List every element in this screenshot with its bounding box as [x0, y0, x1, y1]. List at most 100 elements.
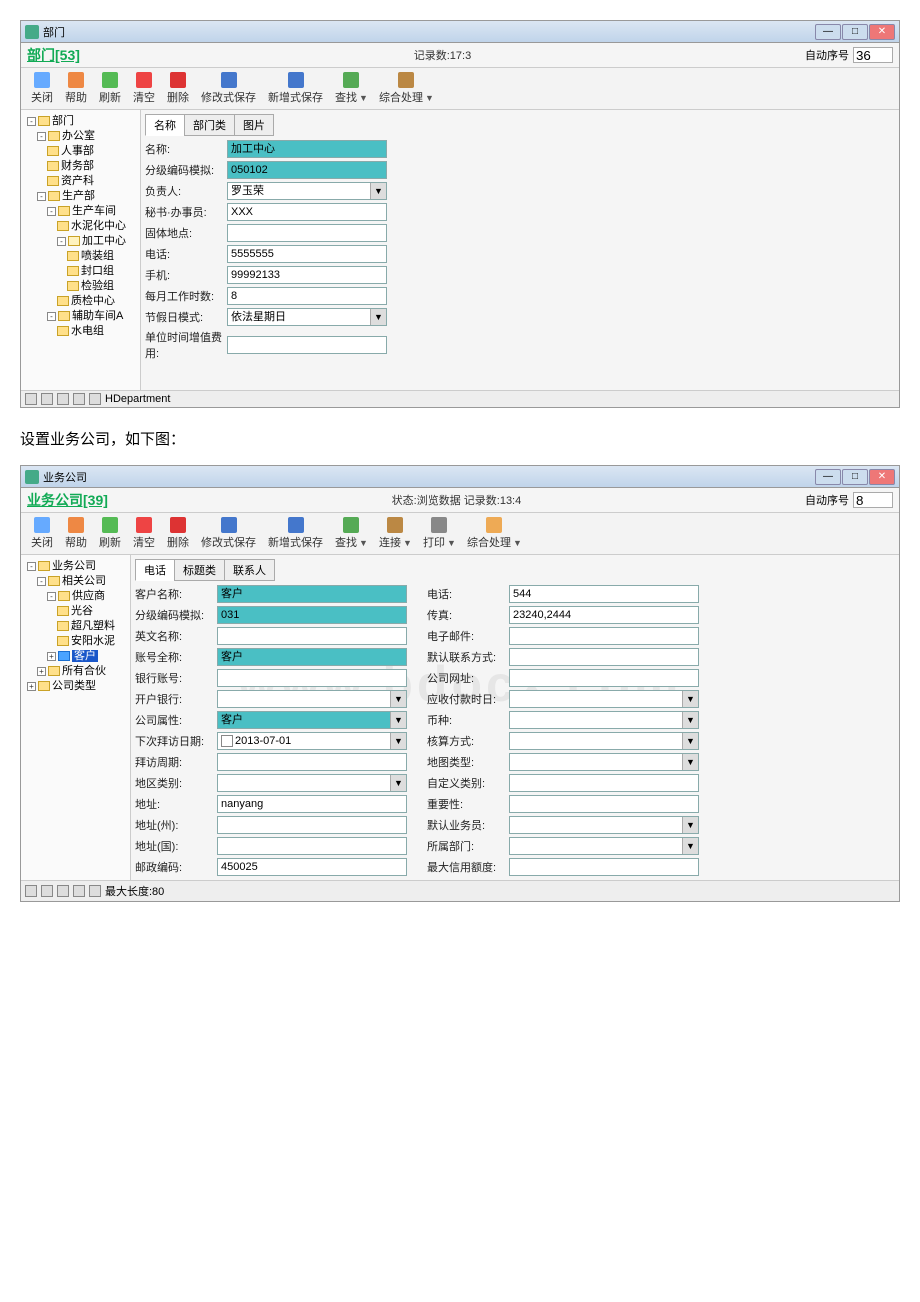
- tree-node[interactable]: -供应商: [23, 589, 128, 604]
- field-input[interactable]: 031: [217, 606, 407, 624]
- toolbar-button[interactable]: 删除: [161, 70, 195, 107]
- field-input[interactable]: ▼: [509, 816, 699, 834]
- field-input[interactable]: [217, 816, 407, 834]
- field-input[interactable]: 450025: [217, 858, 407, 876]
- toolbar-button[interactable]: 清空: [127, 515, 161, 552]
- dropdown-icon[interactable]: ▼: [390, 712, 406, 728]
- field-input[interactable]: 23240,2444: [509, 606, 699, 624]
- tree-node[interactable]: -部门: [23, 114, 138, 129]
- toolbar-button[interactable]: 清空: [127, 70, 161, 107]
- tab[interactable]: 联系人: [224, 559, 275, 581]
- tree-node[interactable]: -辅助车间A: [23, 309, 138, 324]
- dropdown-icon[interactable]: ▼: [682, 733, 698, 749]
- tree-node[interactable]: 超凡塑料: [23, 619, 128, 634]
- field-input[interactable]: 544: [509, 585, 699, 603]
- tree-node[interactable]: 水电组: [23, 324, 138, 339]
- dropdown-icon[interactable]: ▼: [682, 754, 698, 770]
- toolbar-button[interactable]: 综合处理▼: [461, 515, 527, 552]
- tree-node[interactable]: -加工中心: [23, 234, 138, 249]
- dropdown-icon[interactable]: ▼: [370, 309, 386, 325]
- field-input[interactable]: [509, 648, 699, 666]
- toolbar-button[interactable]: 查找▼: [329, 515, 373, 552]
- toolbar-button[interactable]: 连接▼: [373, 515, 417, 552]
- expand-icon[interactable]: -: [27, 562, 36, 571]
- field-input[interactable]: ▼: [509, 711, 699, 729]
- field-input[interactable]: ▼: [509, 837, 699, 855]
- auto-seq-input[interactable]: [853, 47, 893, 63]
- expand-icon[interactable]: -: [27, 117, 36, 126]
- tree-node[interactable]: -生产部: [23, 189, 138, 204]
- tree-node[interactable]: 安阳水泥: [23, 634, 128, 649]
- field-input[interactable]: ▼: [217, 774, 407, 792]
- expand-icon[interactable]: -: [37, 192, 46, 201]
- tree-node[interactable]: -相关公司: [23, 574, 128, 589]
- expand-icon[interactable]: -: [37, 132, 46, 141]
- expand-icon[interactable]: -: [37, 577, 46, 586]
- field-input[interactable]: 5555555: [227, 245, 387, 263]
- expand-icon[interactable]: +: [47, 652, 56, 661]
- expand-icon[interactable]: -: [57, 237, 66, 246]
- field-input[interactable]: ▼: [509, 732, 699, 750]
- field-input[interactable]: 客户▼: [217, 711, 407, 729]
- field-input[interactable]: 99992133: [227, 266, 387, 284]
- tree-node[interactable]: 质检中心: [23, 294, 138, 309]
- maximize-button[interactable]: □: [842, 469, 868, 485]
- toolbar-button[interactable]: 帮助: [59, 515, 93, 552]
- expand-icon[interactable]: +: [27, 682, 36, 691]
- toolbar-button[interactable]: 查找▼: [329, 70, 373, 107]
- toolbar-button[interactable]: 刷新: [93, 70, 127, 107]
- field-input[interactable]: ▼: [509, 690, 699, 708]
- field-input[interactable]: [217, 753, 407, 771]
- tab[interactable]: 图片: [234, 114, 274, 136]
- tree-node[interactable]: 人事部: [23, 144, 138, 159]
- tree-node[interactable]: +所有合伙: [23, 664, 128, 679]
- tree-node[interactable]: 财务部: [23, 159, 138, 174]
- tree-node[interactable]: 封口组: [23, 264, 138, 279]
- close-button[interactable]: ✕: [869, 469, 895, 485]
- field-input[interactable]: XXX: [227, 203, 387, 221]
- close-button[interactable]: ✕: [869, 24, 895, 40]
- dropdown-icon[interactable]: ▼: [390, 691, 406, 707]
- tab[interactable]: 部门类: [184, 114, 235, 136]
- expand-icon[interactable]: +: [37, 667, 46, 676]
- tree-node[interactable]: 检验组: [23, 279, 138, 294]
- field-input[interactable]: 客户: [217, 585, 407, 603]
- toolbar-button[interactable]: 关闭: [25, 515, 59, 552]
- maximize-button[interactable]: □: [842, 24, 868, 40]
- field-input[interactable]: [509, 795, 699, 813]
- field-input[interactable]: 依法星期日▼: [227, 308, 387, 326]
- tree-node[interactable]: +客户: [23, 649, 128, 664]
- field-input[interactable]: nanyang: [217, 795, 407, 813]
- expand-icon[interactable]: -: [47, 207, 56, 216]
- field-input[interactable]: 2013-07-01▼: [217, 732, 407, 750]
- toolbar-button[interactable]: 新增式保存: [262, 515, 329, 552]
- toolbar-button[interactable]: 关闭: [25, 70, 59, 107]
- field-input[interactable]: 050102: [227, 161, 387, 179]
- tree-node[interactable]: 光谷: [23, 604, 128, 619]
- toolbar-button[interactable]: 综合处理▼: [373, 70, 439, 107]
- field-input[interactable]: [217, 627, 407, 645]
- toolbar-button[interactable]: 新增式保存: [262, 70, 329, 107]
- dropdown-icon[interactable]: ▼: [390, 775, 406, 791]
- dropdown-icon[interactable]: ▼: [370, 183, 386, 199]
- field-input[interactable]: 8: [227, 287, 387, 305]
- dropdown-icon[interactable]: ▼: [682, 817, 698, 833]
- checkbox[interactable]: [221, 735, 233, 747]
- toolbar-button[interactable]: 帮助: [59, 70, 93, 107]
- expand-icon[interactable]: -: [47, 312, 56, 321]
- minimize-button[interactable]: —: [815, 469, 841, 485]
- minimize-button[interactable]: —: [815, 24, 841, 40]
- tree-node[interactable]: 喷装组: [23, 249, 138, 264]
- field-input[interactable]: [217, 669, 407, 687]
- toolbar-button[interactable]: 删除: [161, 515, 195, 552]
- field-input[interactable]: [509, 774, 699, 792]
- field-input[interactable]: [509, 627, 699, 645]
- field-input[interactable]: [217, 837, 407, 855]
- field-input[interactable]: [227, 336, 387, 354]
- dropdown-icon[interactable]: ▼: [682, 838, 698, 854]
- dropdown-icon[interactable]: ▼: [390, 733, 406, 749]
- dropdown-icon[interactable]: ▼: [682, 691, 698, 707]
- tree-node[interactable]: 资产科: [23, 174, 138, 189]
- field-input[interactable]: ▼: [217, 690, 407, 708]
- expand-icon[interactable]: -: [47, 592, 56, 601]
